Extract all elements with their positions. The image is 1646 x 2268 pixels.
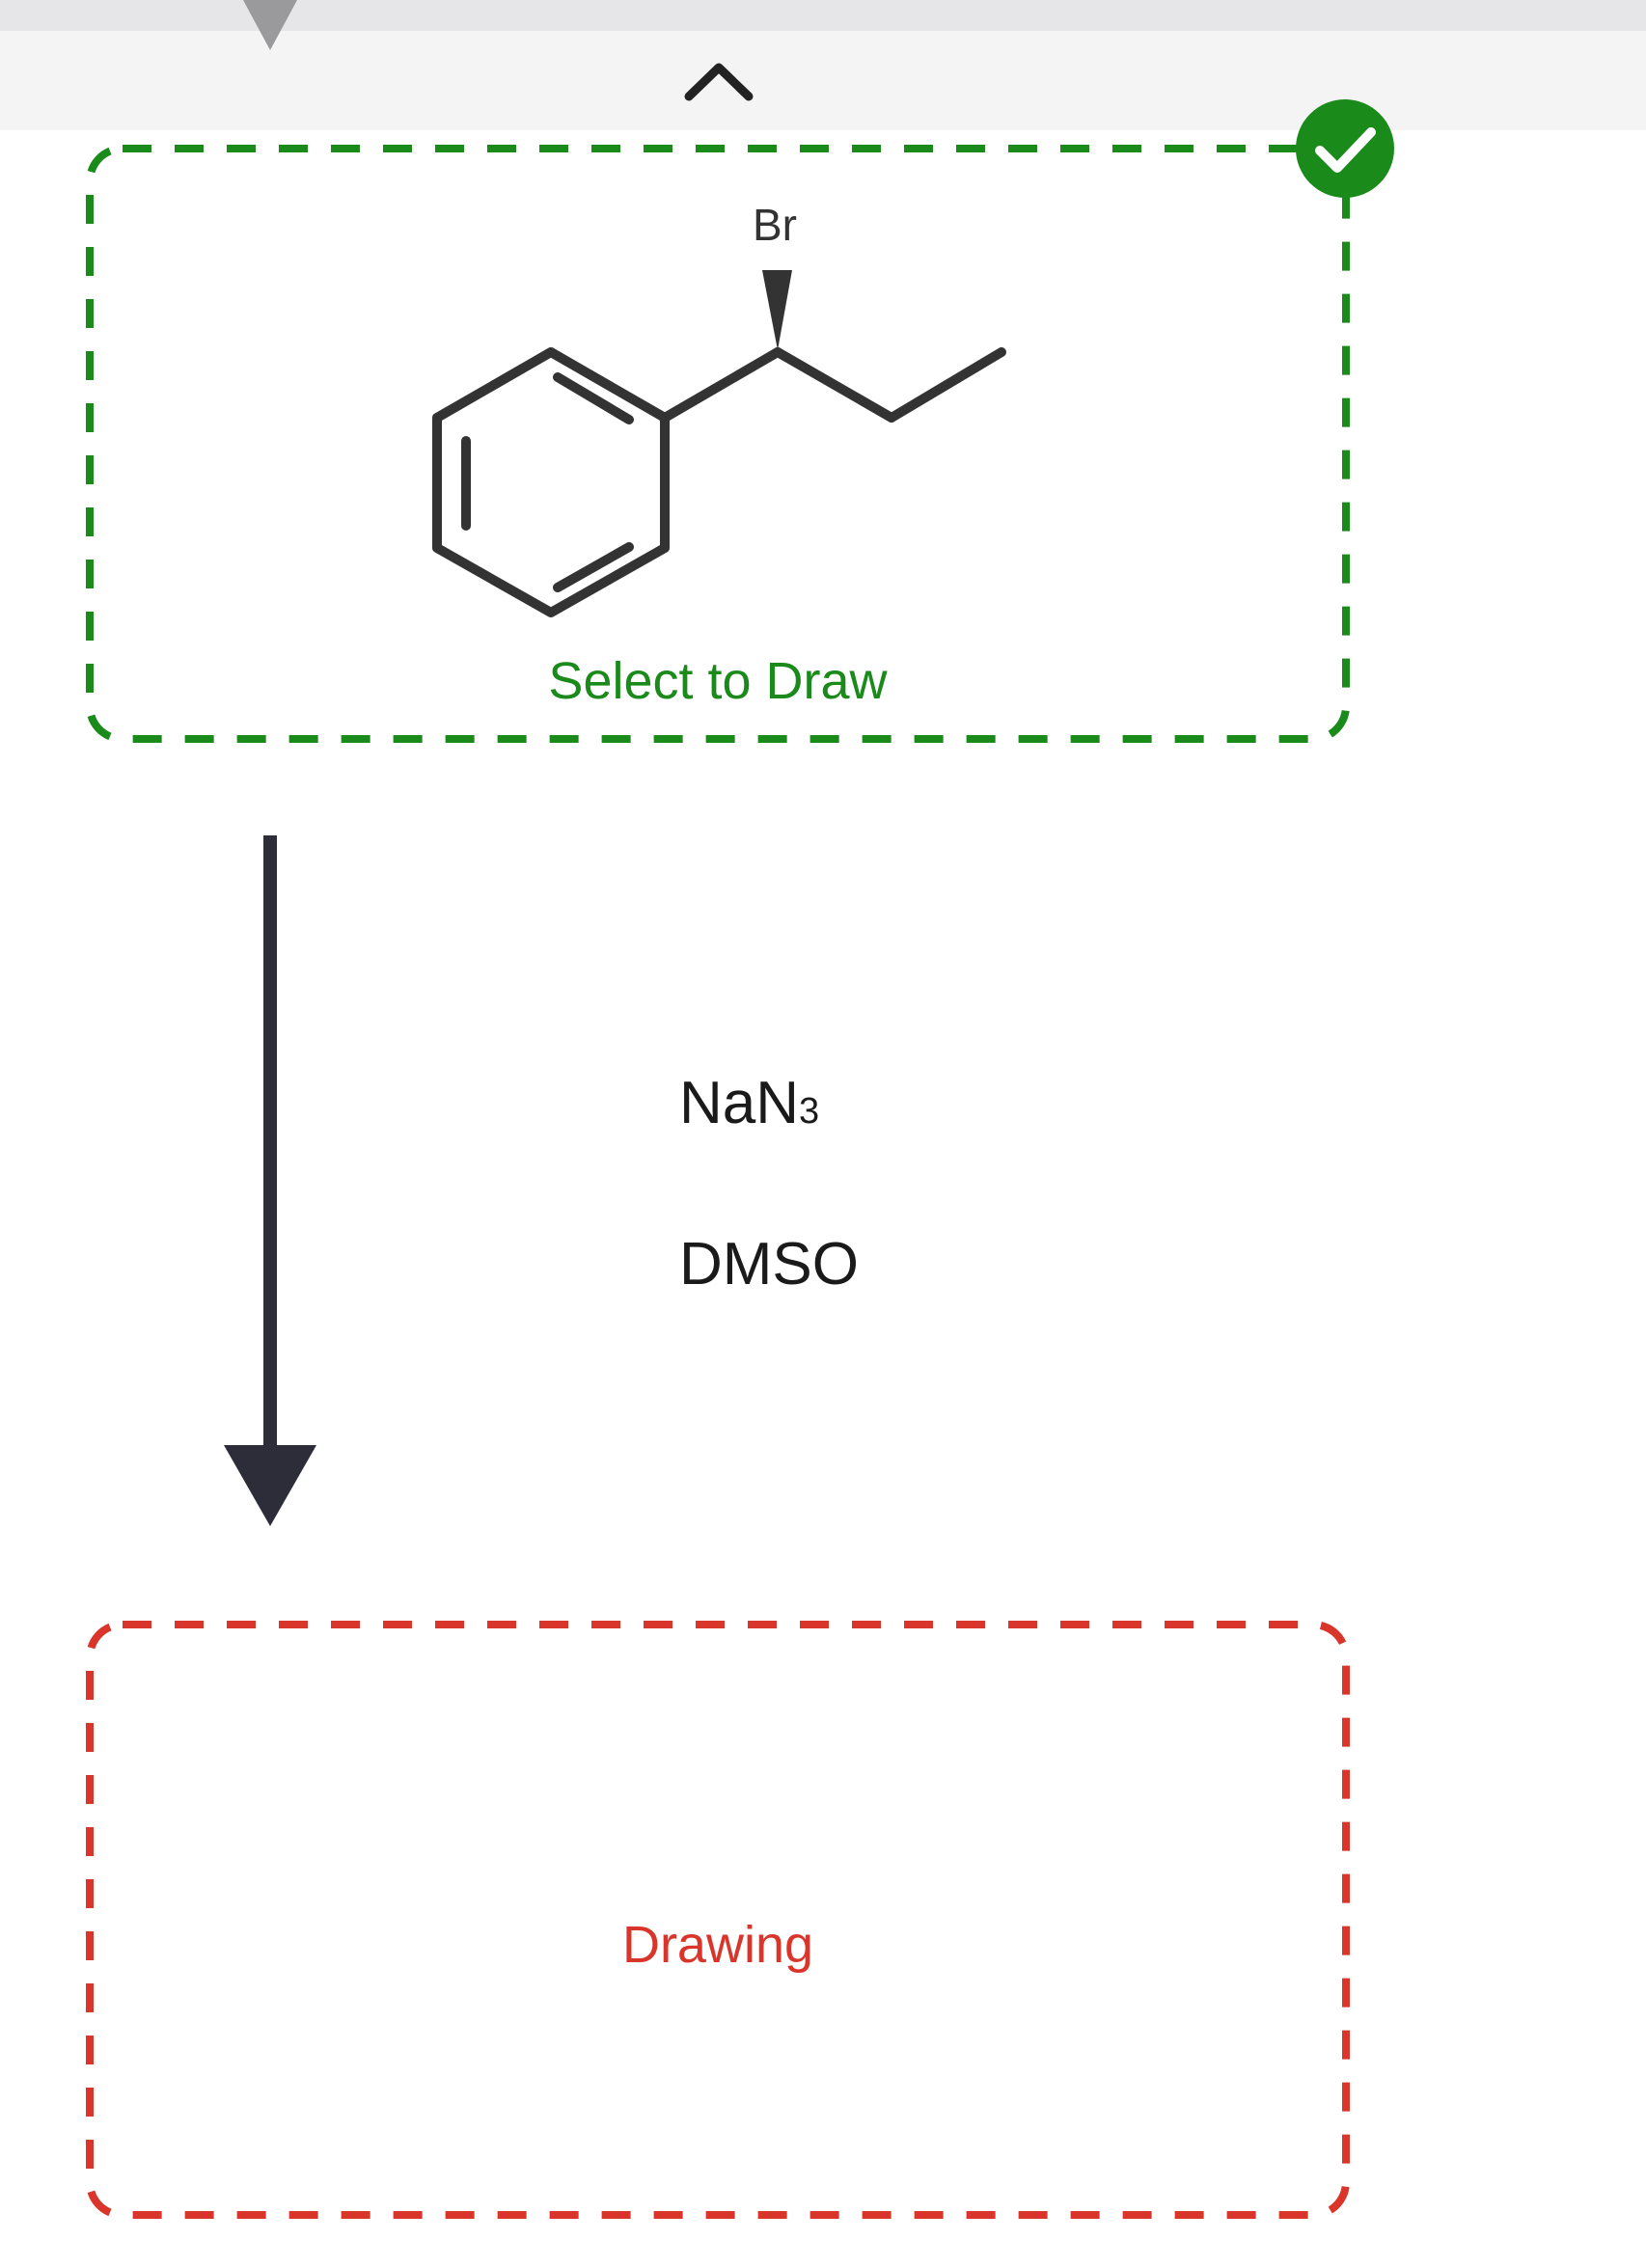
molecule-structure: Br (432, 200, 1006, 617)
arrow-down-icon (224, 835, 316, 1526)
bromine-label: Br (753, 200, 797, 250)
reagent-formula: NaN (679, 1070, 800, 1136)
reagent-label: NaN3 (679, 1069, 819, 1137)
check-circle-icon (1296, 99, 1394, 198)
triangle-down-icon (243, 0, 297, 50)
chevron-up-icon[interactable] (675, 50, 762, 108)
select-to-draw-label[interactable]: Select to Draw (86, 651, 1350, 711)
solvent-label: DMSO (679, 1231, 859, 1298)
reagent-subscript: 3 (799, 1091, 820, 1132)
product-box[interactable]: Drawing (86, 1621, 1350, 2219)
drawing-status-label: Drawing (621, 1916, 814, 1974)
